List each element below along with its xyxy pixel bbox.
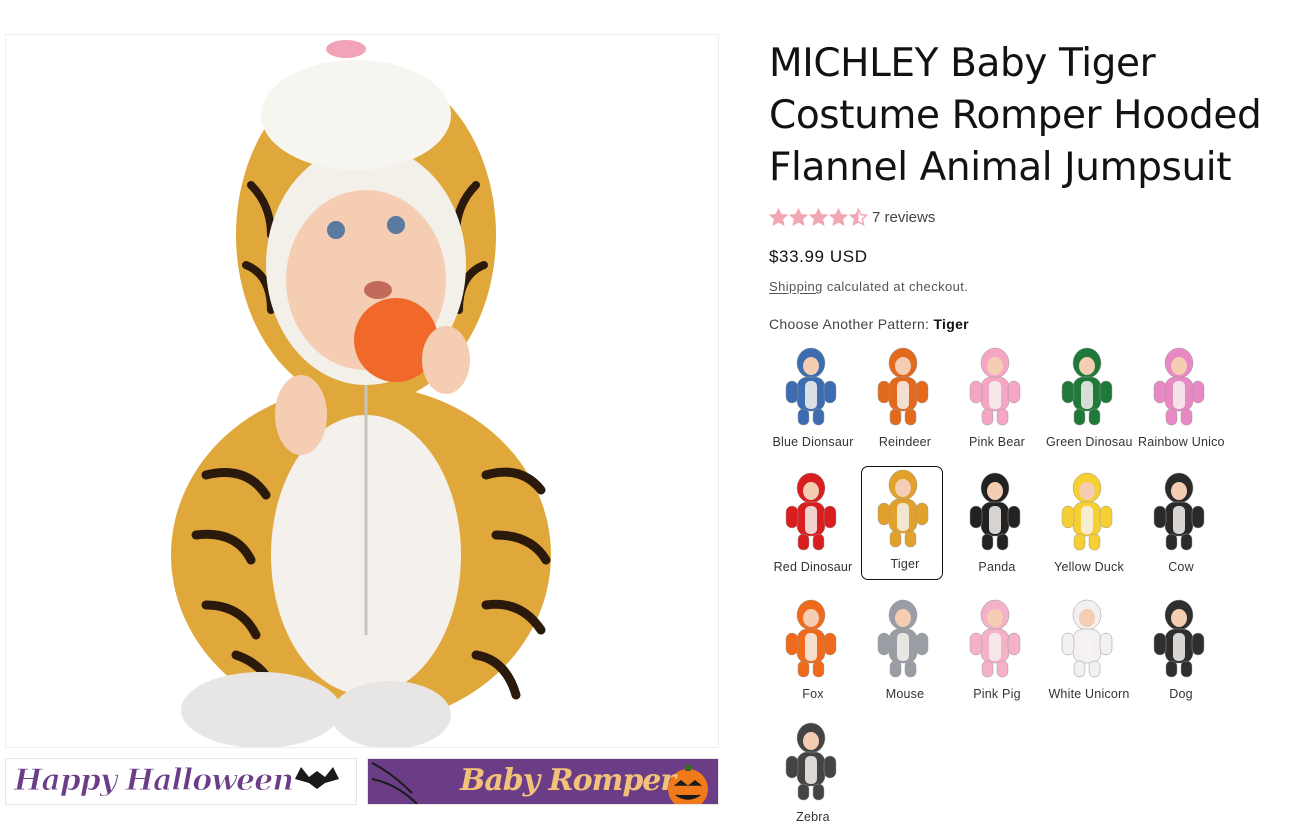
product-title: MICHLEY Baby Tiger Costume Romper Hooded…	[769, 41, 1262, 190]
swatch-label: Fox	[802, 687, 824, 701]
thumbnail-text: Baby Romper	[460, 763, 676, 798]
star-rating	[769, 207, 868, 227]
pattern-swatch-panda[interactable]: Panda	[953, 469, 1035, 583]
swatch-label: Reindeer	[878, 435, 932, 449]
pattern-label: Choose Another Pattern: Tiger	[769, 316, 969, 332]
swatch-label: White Unicorn	[1048, 687, 1130, 701]
swatch-label: Green Dinosaur	[1046, 435, 1132, 449]
thumbnail-text: Happy Halloween	[13, 763, 294, 799]
tiger-costume-photo	[171, 40, 551, 747]
swatch-label: Cow	[1168, 560, 1194, 574]
swatch-label: Zebra	[796, 810, 830, 824]
swatch-label: Red Dinosaur	[773, 560, 853, 574]
star-icon	[769, 207, 788, 226]
thumbnail-halloween[interactable]: Happy Halloween	[5, 758, 357, 805]
pattern-swatch-blue-dionsaur[interactable]: Blue Dionsaur	[769, 344, 853, 458]
pattern-swatch-cow[interactable]: Cow	[1137, 469, 1219, 583]
swatch-image	[770, 470, 852, 556]
swatch-image	[954, 345, 1036, 431]
swatch-image	[1046, 470, 1128, 556]
swatch-image	[1138, 597, 1220, 683]
shipping-link[interactable]: Shipping	[769, 279, 823, 294]
pattern-prefix: Choose Another Pattern:	[769, 316, 930, 332]
swatch-image	[770, 720, 852, 806]
swatch-label: Dog	[1169, 687, 1193, 701]
product-price: $33.99 USD	[769, 247, 868, 266]
main-product-image[interactable]	[5, 34, 719, 748]
swatch-image	[770, 345, 852, 431]
pattern-swatch-pink-pig[interactable]: Pink Pig	[953, 596, 1035, 710]
swatch-image	[1046, 597, 1128, 683]
swatch-label: Yellow Duck	[1054, 560, 1124, 574]
pattern-swatch-zebra[interactable]: Zebra	[769, 719, 851, 833]
swatch-label: Mouse	[885, 687, 925, 701]
swatch-label: Blue Dionsaur	[772, 435, 854, 449]
shipping-note: Shipping calculated at checkout.	[769, 279, 968, 294]
swatch-image	[954, 470, 1036, 556]
pattern-swatch-reindeer[interactable]: Reindeer	[861, 344, 943, 458]
swatch-image	[862, 597, 944, 683]
pattern-swatch-yellow-duck[interactable]: Yellow Duck	[1045, 469, 1127, 583]
pattern-swatch-red-dinosaur[interactable]: Red Dinosaur	[769, 469, 852, 583]
swatch-label: Tiger	[890, 557, 920, 571]
swatch-image	[1138, 470, 1220, 556]
swatch-image	[862, 467, 944, 553]
swatch-image	[862, 345, 944, 431]
pattern-swatch-green-dinosaur[interactable]: Green Dinosaur	[1045, 344, 1132, 458]
reviews-count[interactable]: 7 reviews	[872, 209, 935, 226]
swatch-label: Panda	[978, 560, 1016, 574]
star-icon	[829, 207, 848, 226]
swatch-label: Rainbow Unicorn	[1138, 435, 1224, 449]
shipping-suffix: calculated at checkout.	[826, 279, 969, 294]
pattern-swatch-dog[interactable]: Dog	[1137, 596, 1219, 710]
pattern-swatch-white-unicorn[interactable]: White Unicorn	[1045, 596, 1129, 710]
thumbnail-baby-romper[interactable]: Baby Romper	[367, 758, 719, 805]
pattern-swatch-pink-bear[interactable]: Pink Bear	[953, 344, 1035, 458]
pattern-swatch-rainbow-unicorn[interactable]: Rainbow Unicorn	[1137, 344, 1224, 458]
star-icon	[809, 207, 828, 226]
swatch-label: Pink Pig	[973, 687, 1021, 701]
product-info: MICHLEY Baby Tiger Costume Romper Hooded…	[769, 38, 1301, 332]
swatch-image	[954, 597, 1036, 683]
star-icon	[849, 207, 868, 226]
pattern-swatch-tiger[interactable]: Tiger	[861, 466, 943, 580]
swatch-label: Pink Bear	[969, 435, 1025, 449]
swatch-image	[1046, 345, 1128, 431]
swatch-image	[770, 597, 852, 683]
pattern-swatch-mouse[interactable]: Mouse	[861, 596, 943, 710]
star-icon	[789, 207, 808, 226]
pattern-swatch-fox[interactable]: Fox	[769, 596, 851, 710]
swatch-image	[1138, 345, 1220, 431]
pattern-selected: Tiger	[933, 316, 969, 332]
product-rating[interactable]: 7 reviews	[769, 206, 935, 228]
